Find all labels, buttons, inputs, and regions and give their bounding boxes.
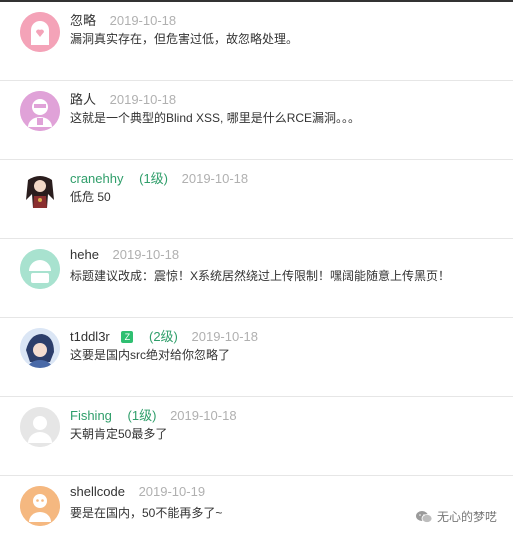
comment-author[interactable]: 忽略 bbox=[70, 13, 96, 28]
user-level: (1级) bbox=[127, 408, 157, 423]
comment-text: 要是在国内，50不能再多了~ bbox=[70, 506, 223, 520]
avatar[interactable] bbox=[20, 170, 60, 210]
purple-avatar-icon bbox=[20, 91, 60, 131]
comment-item: 路人 2019-10-18 这就是一个典型的Blind XSS, 哪里是什么RC… bbox=[0, 81, 513, 160]
watermark: 无心的梦呓 bbox=[415, 508, 497, 525]
comment-item: 忽略 2019-10-18 漏洞真实存在，但危害过低，故忽略处理。 bbox=[0, 2, 513, 81]
comment-author[interactable]: Fishing bbox=[70, 408, 112, 423]
comment-date: 2019-10-18 bbox=[181, 171, 249, 186]
comment-text: 低危 50 bbox=[70, 190, 111, 204]
avatar[interactable] bbox=[20, 91, 60, 131]
comment-date: 2019-10-18 bbox=[112, 247, 180, 262]
comment-date: 2019-10-18 bbox=[109, 92, 177, 107]
comment-author[interactable]: cranehhy bbox=[70, 171, 123, 186]
comment-author[interactable]: t1ddl3r bbox=[70, 329, 110, 344]
comment-text: 天朝肯定50最多了 bbox=[70, 427, 168, 441]
comment-author[interactable]: shellcode bbox=[70, 484, 125, 499]
avatar[interactable] bbox=[20, 249, 60, 289]
comment-text: 标题建议改成：震惊！X系统居然绕过上传限制！嘿阔能随意上传黑页！ bbox=[70, 269, 451, 283]
comment-text: 这就是一个典型的Blind XSS, 哪里是什么RCE漏洞。。。 bbox=[70, 111, 361, 125]
comment-author[interactable]: hehe bbox=[70, 247, 99, 262]
user-level: (2级) bbox=[149, 329, 178, 344]
user-level: (1级) bbox=[139, 171, 168, 186]
watermark-text: 无心的梦呓 bbox=[436, 510, 497, 524]
comment-item: hehe 2019-10-18 标题建议改成：震惊！X系统居然绕过上传限制！嘿阔… bbox=[0, 239, 513, 318]
pink-avatar-icon bbox=[20, 12, 60, 52]
comment-text: 这要是国内src绝对给你忽略了 bbox=[70, 348, 230, 362]
orange-avatar-icon bbox=[20, 486, 60, 526]
comment-date: 2019-10-18 bbox=[191, 329, 259, 344]
comment-author[interactable]: 路人 bbox=[70, 92, 96, 107]
comment-date: 2019-10-18 bbox=[109, 13, 177, 28]
character-avatar-icon bbox=[20, 170, 60, 210]
comment-text: 漏洞真实存在，但危害过低，故忽略处理。 bbox=[70, 32, 299, 46]
avatar[interactable] bbox=[20, 407, 60, 447]
avatar[interactable] bbox=[20, 486, 60, 526]
comment-item: t1ddl3r Z (2级) 2019-10-18 这要是国内src绝对给你忽略… bbox=[0, 318, 513, 397]
comment-date: 2019-10-19 bbox=[138, 484, 206, 499]
teal-avatar-icon bbox=[20, 249, 60, 289]
comment-date: 2019-10-18 bbox=[170, 408, 237, 423]
comment-list: 忽略 2019-10-18 漏洞真实存在，但危害过低，故忽略处理。 路人 201… bbox=[0, 2, 513, 555]
anime-avatar-icon bbox=[20, 328, 60, 368]
avatar[interactable] bbox=[20, 12, 60, 52]
avatar[interactable] bbox=[20, 328, 60, 368]
gray-avatar-icon bbox=[20, 407, 60, 447]
comment-item: Fishing (1级) 2019-10-18 天朝肯定50最多了 bbox=[0, 397, 513, 476]
vip-badge: Z bbox=[121, 331, 134, 343]
wechat-icon bbox=[415, 510, 433, 523]
comment-item: cranehhy (1级) 2019-10-18 低危 50 bbox=[0, 160, 513, 239]
